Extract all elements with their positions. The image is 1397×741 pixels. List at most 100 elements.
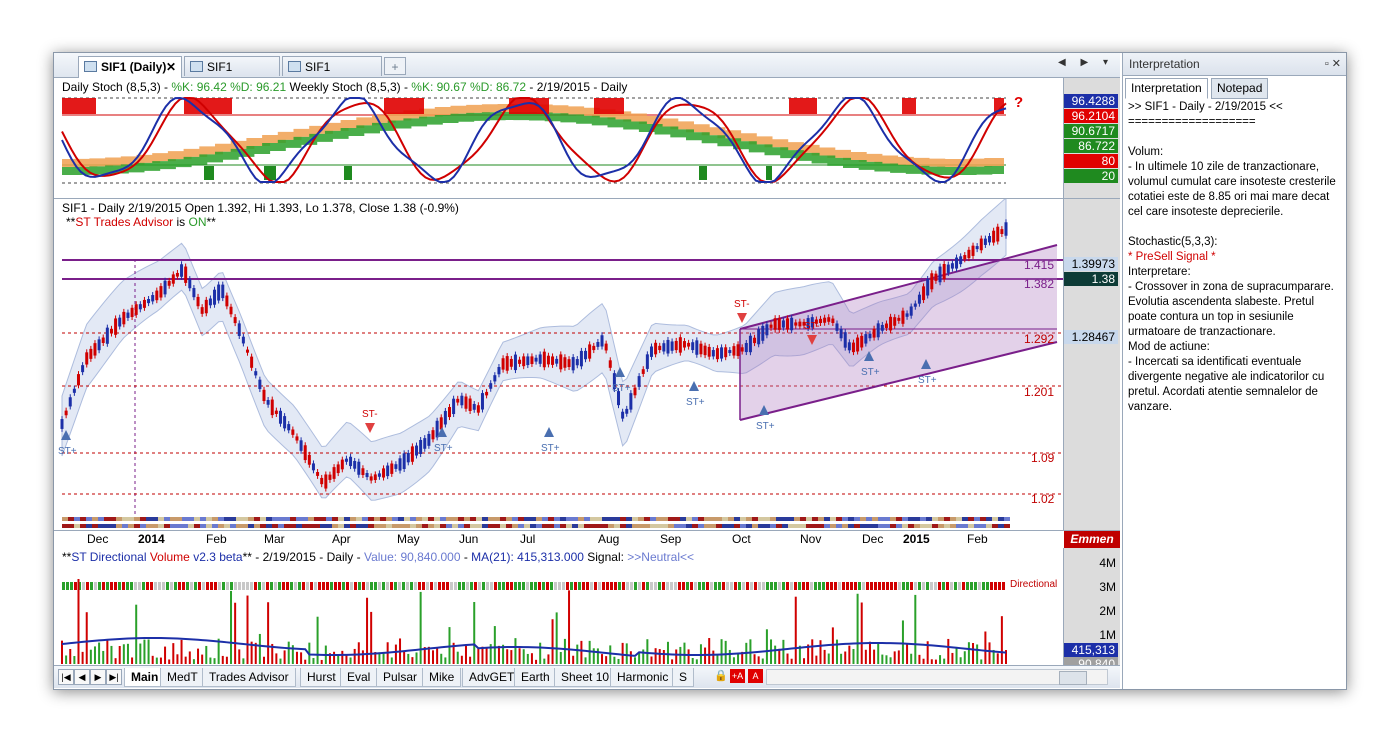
lock-icon[interactable]: 🔒 — [714, 669, 728, 682]
stochastic-plot[interactable] — [54, 78, 1064, 198]
tab-notepad[interactable]: Notepad — [1211, 78, 1269, 99]
tab-sif1-weekly[interactable]: SIF1 (Weekly) — [184, 56, 280, 94]
scrollbar-thumb[interactable] — [1059, 671, 1087, 685]
sheet-tab-earth[interactable]: Earth — [514, 668, 557, 687]
price-plot[interactable]: ST+ ST+ ST+ ST+ ST+ ST+ ST+ ST+ ST- ST- ST- — [54, 199, 1064, 530]
directional-strip-cell — [774, 582, 777, 590]
directional-strip-cell — [162, 582, 165, 590]
candle-body — [798, 321, 802, 327]
trend-strip-cell — [428, 524, 434, 528]
volume-bar — [295, 651, 298, 664]
horizontal-scrollbar[interactable] — [766, 669, 1108, 685]
trend-strip-cell — [416, 524, 422, 528]
volume-bar — [394, 644, 397, 664]
trend-strip-cell — [254, 517, 260, 521]
close-icon[interactable]: ✕ — [166, 57, 176, 77]
directional-strip-cell — [594, 582, 597, 590]
sheet-tab-eval[interactable]: Eval — [340, 668, 378, 687]
trend-strip-cell — [854, 517, 860, 521]
trend-strip-cell — [458, 524, 464, 528]
directional-strip-cell — [134, 582, 137, 590]
tab-interpretation[interactable]: Interpretation — [1125, 78, 1208, 99]
candle-body — [118, 317, 122, 327]
tab-sif1-monthly[interactable]: SIF1 (Monthly) — [282, 56, 382, 94]
last-sheet-button[interactable]: ▶| — [106, 669, 122, 685]
sheet-tab-s[interactable]: S — [672, 668, 695, 687]
trend-strip-cell — [200, 524, 206, 528]
font-larger-icon[interactable]: +A — [730, 669, 745, 683]
candle-body — [200, 307, 204, 314]
trend-strip-cell — [470, 524, 476, 528]
candle-body — [546, 355, 550, 365]
volume-bar — [176, 654, 179, 664]
directional-strip-cell — [86, 582, 89, 590]
sheet-tab-sheet-10[interactable]: Sheet 10 — [554, 668, 617, 687]
prev-sheet-button[interactable]: ◀ — [74, 669, 90, 685]
sheet-tab-mike[interactable]: Mike — [422, 668, 462, 687]
directional-strip-cell — [218, 582, 221, 590]
volume-bar — [275, 653, 278, 664]
trend-strip-cell — [722, 517, 728, 521]
directional-strip-cell — [434, 582, 437, 590]
directional-strip-cell — [342, 582, 345, 590]
next-sheet-button[interactable]: ▶ — [90, 669, 106, 685]
directional-strip-cell — [206, 582, 209, 590]
trend-strip-cell — [536, 524, 542, 528]
directional-strip-cell — [138, 582, 141, 590]
sheet-tab-medt[interactable]: MedT — [160, 668, 205, 687]
volume-plot[interactable] — [54, 548, 1064, 665]
candle-body — [192, 288, 196, 298]
trend-strip-cell — [890, 517, 896, 521]
level-label: 1.201 — [1024, 385, 1055, 399]
trend-strip-cell — [266, 524, 272, 528]
new-tab-button[interactable]: + — [384, 57, 406, 75]
volume-bar — [460, 655, 463, 664]
first-sheet-button[interactable]: |◀ — [58, 669, 74, 685]
trend-strip-cell — [992, 524, 998, 528]
candle-body — [476, 405, 480, 413]
trend-strip-cell — [698, 524, 704, 528]
candle-body — [654, 342, 658, 355]
trend-strip-cell — [632, 517, 638, 521]
overbought-zone — [594, 98, 624, 114]
volume-bar — [555, 612, 558, 664]
trend-strip-cell — [908, 517, 914, 521]
panel-pin-close-buttons[interactable]: ▫ ✕ — [1325, 53, 1341, 75]
candle-body — [608, 360, 612, 368]
trend-strip-cell — [104, 517, 110, 521]
font-smaller-icon[interactable]: A — [748, 669, 763, 683]
sheet-tab-harmonic[interactable]: Harmonic — [610, 668, 676, 687]
volume-bar — [539, 642, 542, 664]
interpretation-line: - Crossover in zona de supracumparare. E… — [1128, 281, 1338, 338]
tab-scroll-buttons[interactable]: ◀ ▶ ▾ — [1058, 57, 1114, 68]
trend-strip-cell — [584, 517, 590, 521]
trend-strip-cell — [986, 517, 992, 521]
sheet-tab-hurst[interactable]: Hurst — [300, 668, 343, 687]
directional-strip-cell — [158, 582, 161, 590]
directional-strip-cell — [390, 582, 393, 590]
candle-body — [509, 358, 513, 367]
directional-strip-cell — [546, 582, 549, 590]
trend-strip-cell — [344, 517, 350, 521]
sheet-tab-pulsar[interactable]: Pulsar — [376, 668, 425, 687]
volume-bar — [811, 639, 814, 664]
trend-strip-cell — [878, 524, 884, 528]
sheet-tab-trades-advisor[interactable]: Trades Advisor — [202, 668, 296, 687]
trend-strip-cell — [836, 517, 842, 521]
price-tag: 1.38 — [1064, 272, 1118, 286]
directional-strip-cell — [902, 582, 905, 590]
trend-strip-cell — [680, 524, 686, 528]
volume-bar — [357, 642, 360, 664]
sheet-tab-advget[interactable]: AdvGET — [462, 668, 522, 687]
directional-strip-cell — [142, 582, 145, 590]
volume-bar — [901, 620, 904, 664]
directional-strip-cell — [798, 582, 801, 590]
trend-strip-cell — [440, 517, 446, 521]
directional-strip-cell — [694, 582, 697, 590]
trend-strip-cell — [740, 517, 746, 521]
candle-body — [567, 359, 571, 368]
volume-bar — [596, 648, 599, 664]
tab-sif1-daily[interactable]: SIF1 (Daily) ✕ — [78, 56, 182, 78]
directional-strip-cell — [890, 582, 893, 590]
candle-body — [270, 399, 274, 416]
